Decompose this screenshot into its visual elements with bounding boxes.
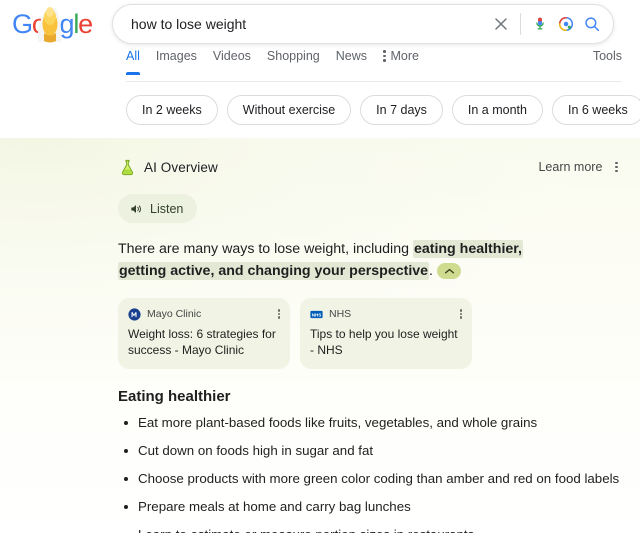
tools-button[interactable]: Tools	[593, 48, 622, 74]
source-card-title: Weight loss: 6 strategies for success - …	[128, 326, 280, 358]
bullet-text: Cut down on foods high in sugar and fat	[138, 443, 373, 458]
chip-in-2-weeks[interactable]: In 2 weeks	[126, 95, 218, 125]
search-header: Google	[0, 0, 640, 48]
tab-more[interactable]: More	[383, 48, 419, 74]
ai-overview-header: AI Overview Learn more	[118, 156, 620, 178]
list-item: Choose products with more green color co…	[118, 470, 620, 488]
source-card-menu-button[interactable]	[278, 308, 280, 320]
flask-icon	[118, 158, 137, 177]
bullet-text: Choose products with more green color co…	[138, 471, 619, 486]
microphone-icon	[531, 15, 549, 33]
tab-all[interactable]: All	[126, 48, 152, 74]
search-icon	[583, 15, 601, 33]
source-card-mayo-clinic[interactable]: Mayo Clinic Weight loss: 6 strategies fo…	[118, 298, 290, 369]
more-dots-icon	[383, 50, 386, 62]
list-item: Learn to estimate or measure portion siz…	[118, 526, 620, 533]
learn-more-link[interactable]: Learn more	[538, 160, 602, 174]
source-card-site-name: NHS	[329, 308, 351, 320]
ai-overview-panel: AI Overview Learn more Listen There are …	[0, 138, 640, 533]
chip-in-6-weeks[interactable]: In 6 weeks	[552, 95, 640, 125]
ai-overview-title: AI Overview	[144, 160, 218, 175]
summary-trail-text: .	[429, 263, 433, 279]
google-search-results-page: Google	[0, 0, 640, 533]
source-card-header: Mayo Clinic	[128, 307, 280, 321]
tab-images[interactable]: Images	[156, 48, 209, 74]
list-item: Cut down on foods high in sugar and fat	[118, 442, 620, 460]
close-icon	[493, 16, 509, 32]
ai-overview-source-cards: Mayo Clinic Weight loss: 6 strategies fo…	[118, 298, 620, 369]
speaker-icon	[129, 202, 143, 216]
chip-without-exercise[interactable]: Without exercise	[227, 95, 351, 125]
tab-more-label: More	[391, 48, 419, 64]
tab-news[interactable]: News	[336, 48, 379, 74]
source-card-nhs[interactable]: NHS NHS Tips to help you lose weight - N…	[300, 298, 472, 369]
tab-videos[interactable]: Videos	[213, 48, 263, 74]
google-lens-button[interactable]	[553, 11, 579, 37]
source-card-menu-button[interactable]	[460, 308, 462, 320]
search-divider	[520, 13, 521, 35]
ai-overview-summary-paragraph: There are many ways to lose weight, incl…	[118, 238, 570, 282]
chip-in-a-month[interactable]: In a month	[452, 95, 543, 125]
collapse-summary-button[interactable]	[437, 263, 461, 279]
source-card-header: NHS NHS	[310, 307, 462, 321]
bullet-text: Eat more plant-based foods like fruits, …	[138, 415, 537, 430]
source-card-site-name: Mayo Clinic	[147, 308, 201, 320]
google-logo[interactable]: Google	[8, 4, 96, 44]
ai-overview-menu-button[interactable]	[613, 158, 620, 176]
ai-overview-header-actions: Learn more	[538, 158, 620, 176]
tab-shopping[interactable]: Shopping	[267, 48, 332, 74]
listen-button[interactable]: Listen	[118, 194, 197, 223]
search-input[interactable]	[131, 16, 488, 32]
voice-search-button[interactable]	[527, 11, 553, 37]
clear-search-button[interactable]	[488, 11, 514, 37]
ai-overview-bullet-list: Eat more plant-based foods like fruits, …	[118, 414, 620, 533]
list-item: Prepare meals at home and carry bag lunc…	[118, 498, 620, 516]
svg-text:NHS: NHS	[312, 312, 322, 317]
list-item: Eat more plant-based foods like fruits, …	[118, 414, 620, 432]
section-heading-eating-healthier: Eating healthier	[118, 388, 620, 405]
chip-in-7-days[interactable]: In 7 days	[360, 95, 443, 125]
ai-overview-content: AI Overview Learn more Listen There are …	[0, 138, 640, 533]
summary-lead-text: There are many ways to lose weight, incl…	[118, 241, 413, 257]
mayo-clinic-favicon-icon	[128, 308, 141, 321]
google-logo-text: Google	[12, 9, 92, 40]
logo-letter-o1: o	[32, 9, 46, 39]
logo-letter-g2: g	[60, 9, 74, 39]
google-lens-icon	[557, 15, 575, 33]
nhs-favicon-icon: NHS	[310, 308, 323, 321]
bullet-text: Prepare meals at home and carry bag lunc…	[138, 499, 411, 514]
logo-letter-g1: G	[12, 9, 32, 39]
search-submit-button[interactable]	[579, 11, 605, 37]
filter-chips-row: In 2 weeks Without exercise In 7 days In…	[126, 95, 630, 125]
logo-letter-o2: o	[46, 9, 60, 39]
chevron-up-icon	[444, 268, 455, 275]
search-box[interactable]	[112, 4, 614, 44]
listen-button-label: Listen	[150, 202, 183, 216]
search-nav-tabs: All Images Videos Shopping News More Too…	[126, 48, 622, 82]
logo-letter-e: e	[78, 9, 92, 39]
source-card-title: Tips to help you lose weight - NHS	[310, 326, 462, 358]
bullet-text: Learn to estimate or measure portion siz…	[138, 527, 474, 533]
